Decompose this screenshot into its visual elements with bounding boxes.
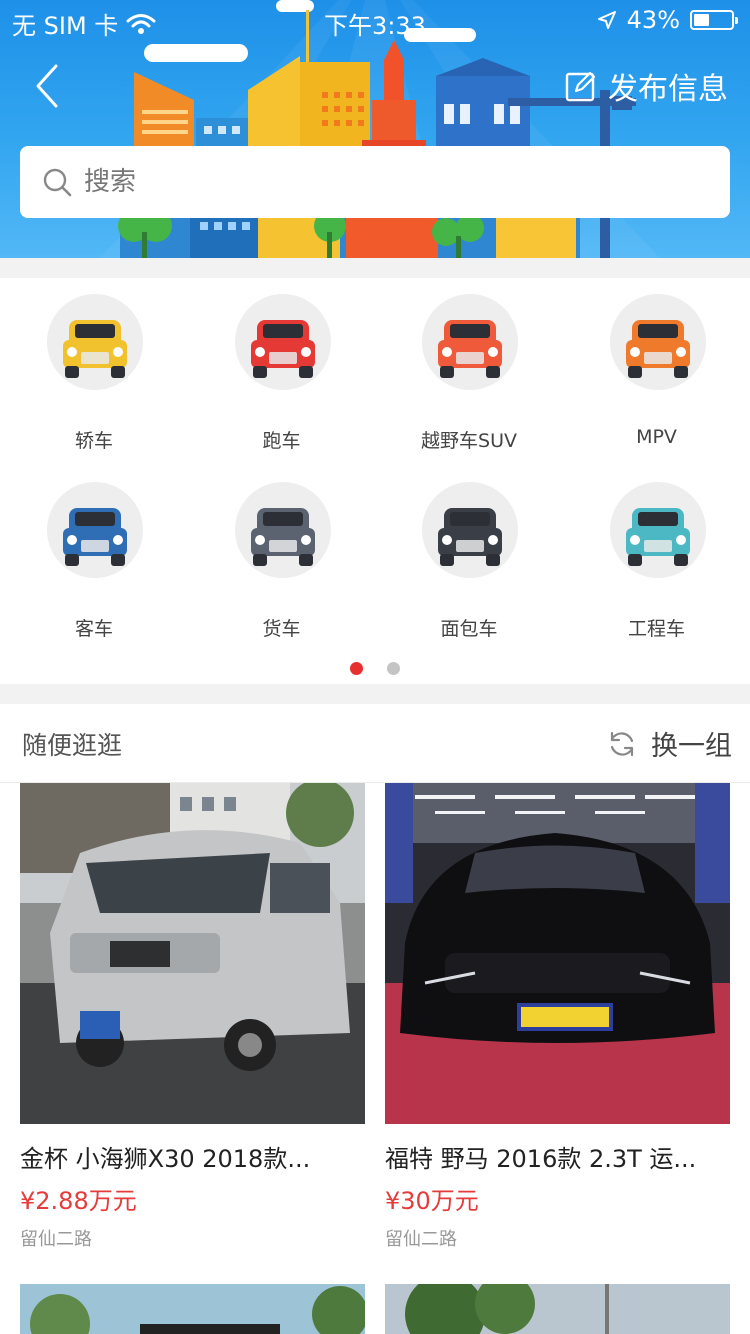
page-dot-1[interactable] bbox=[350, 662, 364, 675]
category-grid: 轿车 跑车 越野车SUV MPV 客车 货车 面包车 工程车 bbox=[0, 278, 750, 684]
coach-car-icon bbox=[47, 482, 143, 578]
car-photo-black-mustang bbox=[385, 783, 730, 1124]
category-item[interactable]: 工程车 bbox=[563, 466, 750, 654]
car-location: 留仙二路 bbox=[385, 1229, 457, 1250]
van-car-icon bbox=[422, 482, 518, 578]
car-price: ¥2.88万元 bbox=[20, 1187, 137, 1215]
truck-car-icon bbox=[234, 482, 331, 578]
search-icon bbox=[43, 168, 72, 197]
status-bar: 无 SIM 卡 下午3:33 43% bbox=[0, 0, 750, 40]
back-button[interactable] bbox=[26, 58, 76, 114]
category-label: 面包车 bbox=[440, 618, 498, 640]
car-photo-silver-van bbox=[20, 783, 365, 1124]
category-label: 工程车 bbox=[627, 618, 685, 640]
chevron-left-icon bbox=[36, 64, 58, 108]
car-card[interactable]: 福特 野马 2016款 2.3T 运... ¥30万元 留仙二路 bbox=[385, 783, 730, 1263]
category-label: 货车 bbox=[262, 618, 301, 640]
refresh-label: 换一组 bbox=[651, 731, 732, 762]
category-label: 跑车 bbox=[262, 430, 301, 452]
search-input[interactable] bbox=[82, 166, 686, 198]
location-arrow-icon bbox=[597, 11, 616, 29]
battery-level bbox=[694, 14, 709, 26]
suv-offroad-icon bbox=[422, 294, 518, 390]
edit-square-icon bbox=[565, 71, 596, 102]
sports-car-icon bbox=[234, 294, 331, 390]
category-item[interactable]: 越野车SUV bbox=[375, 278, 563, 466]
car-photo-partial[interactable] bbox=[20, 1284, 365, 1334]
header-banner: 无 SIM 卡 下午3:33 43% 发布信息 搜索 bbox=[0, 0, 750, 258]
category-item[interactable]: 轿车 bbox=[0, 278, 188, 466]
browse-title: 随便逛逛 bbox=[22, 731, 123, 760]
category-label: 越野车SUV bbox=[421, 430, 517, 452]
mpv-car-icon bbox=[609, 294, 706, 390]
refresh-button[interactable]: 换一组 bbox=[607, 724, 732, 763]
refresh-icon bbox=[610, 731, 634, 756]
car-location: 留仙二路 bbox=[20, 1229, 92, 1250]
category-label: 客车 bbox=[74, 618, 113, 640]
car-title: 福特 野马 2016款 2.3T 运... bbox=[385, 1145, 697, 1173]
search-bar[interactable] bbox=[20, 146, 730, 218]
category-item[interactable]: 跑车 bbox=[188, 278, 376, 466]
category-label: 轿车 bbox=[74, 430, 113, 452]
category-item[interactable]: 客车 bbox=[0, 466, 188, 654]
battery-percent: 43% bbox=[626, 6, 680, 34]
category-label: MPV bbox=[636, 426, 677, 448]
car-title: 金杯 小海狮X30 2018款... bbox=[20, 1145, 311, 1173]
status-right: 43% bbox=[597, 6, 738, 34]
screen: 无 SIM 卡 下午3:33 43% 发布信息 搜索 轿车 跑车 越野车SUV … bbox=[0, 0, 750, 1334]
category-item[interactable]: 面包车 bbox=[375, 466, 563, 654]
car-card[interactable]: 金杯 小海狮X30 2018款... ¥2.88万元 留仙二路 bbox=[20, 783, 365, 1263]
browse-header: 随便逛逛 换一组 bbox=[0, 704, 750, 783]
page-indicator bbox=[0, 660, 750, 679]
publish-label: 发布信息 bbox=[608, 72, 728, 107]
publish-button[interactable]: 发布信息 bbox=[564, 64, 728, 108]
browse-section: 随便逛逛 换一组 金杯 小海狮X30 2018款... ¥2.88万元 留仙二路… bbox=[0, 704, 750, 1334]
engineering-car-icon bbox=[609, 482, 706, 578]
car-price: ¥30万元 bbox=[385, 1187, 479, 1215]
sedan-car-icon bbox=[47, 294, 143, 390]
category-item[interactable]: MPV bbox=[563, 278, 750, 466]
battery-icon bbox=[690, 10, 738, 30]
car-photo-partial[interactable] bbox=[385, 1284, 730, 1334]
category-item[interactable]: 货车 bbox=[188, 466, 376, 654]
page-dot-2[interactable] bbox=[386, 662, 400, 675]
